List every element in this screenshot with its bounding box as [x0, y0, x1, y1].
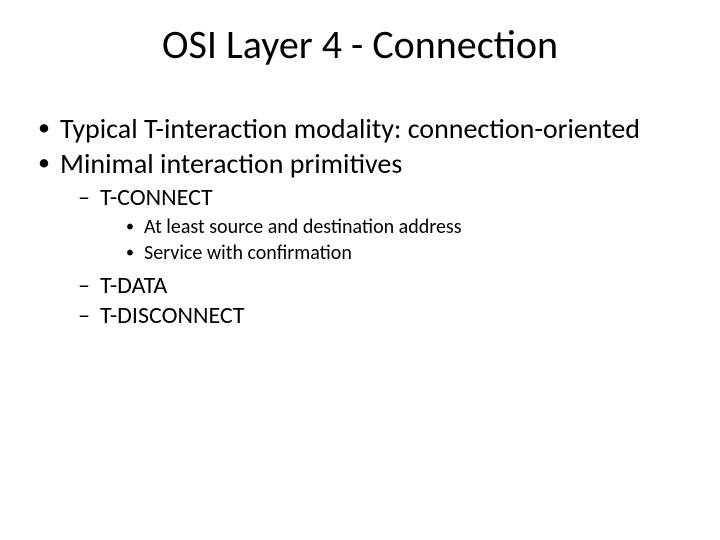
slide-title: OSI Layer 4 - Connection [0, 20, 720, 69]
bullet-text: At least source and destination address [144, 215, 462, 239]
bullet-text: Service with confirmation [144, 241, 352, 265]
bullet-item: Minimal interaction primitives T-CONNECT… [34, 147, 680, 330]
slide-body: Typical T-interaction modality: connecti… [34, 112, 680, 332]
bullet-text: T-DATA [100, 271, 167, 300]
slide: OSI Layer 4 - Connection Typical T-inter… [0, 0, 720, 540]
bullet-item: Typical T-interaction modality: connecti… [34, 112, 680, 145]
bullet-item: T-DISCONNECT [78, 302, 680, 330]
bullet-item: At least source and destination address [126, 216, 680, 240]
bullet-item: Service with confirmation [126, 242, 680, 266]
bullet-text: T-DISCONNECT [100, 301, 245, 330]
bullet-text: Minimal interaction primitives [60, 146, 402, 181]
bullet-text: T-CONNECT [100, 183, 213, 212]
bullet-sublist: At least source and destination address … [100, 216, 680, 265]
bullet-text: Typical T-interaction modality: connecti… [60, 111, 640, 146]
bullet-sublist: T-CONNECT At least source and destinatio… [60, 184, 680, 330]
bullet-list: Typical T-interaction modality: connecti… [34, 112, 680, 330]
bullet-item: T-CONNECT At least source and destinatio… [78, 184, 680, 266]
bullet-item: T-DATA [78, 272, 680, 300]
